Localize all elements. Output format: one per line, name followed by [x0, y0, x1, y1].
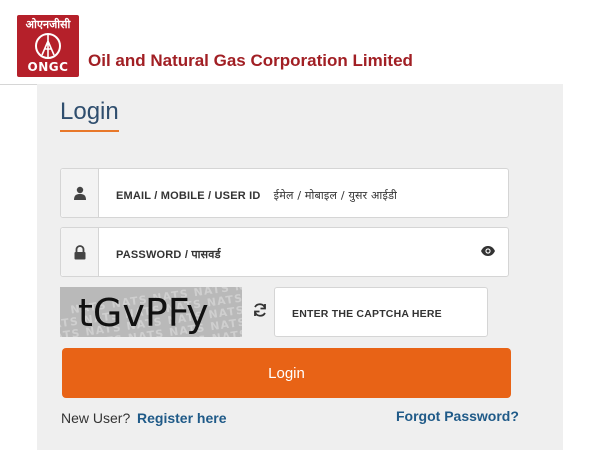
password-field[interactable]: PASSWORD / पासवर्ड: [60, 227, 509, 277]
login-button[interactable]: Login: [62, 348, 511, 398]
captcha-image: NATS NATS NATS NATS NATS NATS NATS NATS …: [60, 287, 242, 337]
refresh-captcha-icon[interactable]: [252, 302, 268, 323]
logo-emblem-icon: [35, 33, 61, 59]
captcha-input[interactable]: ENTER THE CAPTCHA HERE: [274, 287, 488, 337]
register-link[interactable]: Register here: [137, 410, 226, 426]
ongc-logo: ओएनजीसी ONGC: [17, 15, 79, 77]
user-icon-addon: [61, 169, 99, 217]
logo-hindi-text: ओएनजीसी: [25, 18, 71, 31]
email-label-english: EMAIL / MOBILE / USER ID: [116, 190, 261, 202]
logo-ongc-text: ONGC: [27, 60, 69, 74]
page-header: ओएनजीसी ONGC Oil and Natural Gas Corpora…: [0, 0, 600, 84]
password-placeholder: PASSWORD / पासवर्ड: [116, 249, 221, 261]
captcha-text: tGvPFy: [78, 291, 209, 335]
forgot-password-link[interactable]: Forgot Password?: [396, 408, 519, 424]
captcha-placeholder: ENTER THE CAPTCHA HERE: [292, 308, 442, 320]
login-title: Login: [60, 98, 119, 125]
user-icon: [73, 186, 86, 200]
email-label-hindi: ईमेल / मोबाइल / युसर आईडी: [273, 189, 398, 202]
new-user-text: New User?: [61, 410, 131, 426]
title-underline: [60, 130, 119, 132]
lock-icon-addon: [61, 228, 99, 276]
email-placeholder: EMAIL / MOBILE / USER ID ईमेल / मोबाइल /…: [116, 188, 397, 203]
company-name: Oil and Natural Gas Corporation Limited: [88, 51, 413, 70]
show-password-eye-icon[interactable]: [480, 244, 496, 262]
email-field[interactable]: EMAIL / MOBILE / USER ID ईमेल / मोबाइल /…: [60, 168, 509, 218]
lock-icon: [74, 244, 85, 259]
login-panel: Login EMAIL / MOBILE / USER ID ईमेल / मो…: [37, 84, 563, 450]
header-divider: [0, 84, 37, 85]
